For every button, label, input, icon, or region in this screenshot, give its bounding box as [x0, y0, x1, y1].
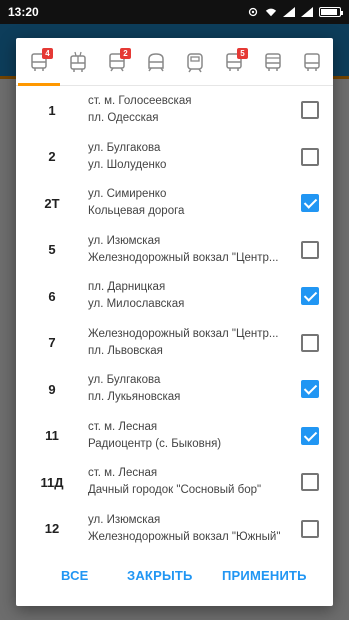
route-stops: ст. м. Лесная Радиоцентр (с. Быковня) [88, 419, 295, 453]
route-row[interactable]: 5 ул. Изюмская Железнодорожный вокзал "Це… [16, 227, 333, 274]
route-from: ст. м. Лесная [88, 467, 158, 480]
route-checkbox[interactable] [301, 240, 319, 259]
route-stops: ул. Изюмская Железнодорожный вокзал "Цент… [88, 233, 295, 267]
route-from: ул. Изюмская [88, 234, 161, 247]
status-bar: 13:20 [0, 0, 349, 24]
transport-type-tabs: 4 2 5 [16, 38, 333, 86]
route-stops: ул. Булгакова ул. Шолуденко [88, 140, 295, 174]
route-to: пл. Львовская [88, 344, 163, 357]
signal-icon-2 [301, 7, 313, 17]
location-icon [248, 7, 258, 17]
route-to: Железнодорожный вокзал "Центр... [88, 251, 279, 264]
tab-bus[interactable]: 4 [18, 47, 60, 86]
route-number: 11 [45, 428, 59, 444]
route-row[interactable]: 1 ст. м. Голосеевская пл. Одесская [16, 87, 333, 134]
dialog-actions: ВСЕ ЗАКРЫТЬ ПРИМЕНИТЬ [16, 544, 333, 606]
route-checkbox[interactable] [301, 333, 319, 352]
route-number: 5 [48, 242, 56, 258]
route-stops: пл. Дарницкая ул. Милославская [88, 279, 295, 313]
route-checkbox[interactable] [301, 287, 319, 306]
tab-intercity-bus[interactable] [297, 47, 327, 77]
tab-trolleybus[interactable] [63, 47, 93, 77]
minibus-icon [265, 52, 281, 71]
signal-icon [283, 7, 295, 17]
tab-tram[interactable]: 2 [102, 47, 132, 77]
route-stops: ст. м. Лесная Дачный городок "Сосновый бо… [88, 465, 295, 499]
tab-metro[interactable] [141, 47, 171, 77]
route-filter-dialog: 4 2 5 1 ст. м. Голосеевская пл. Одесская [16, 38, 333, 606]
tab-suburban-train[interactable] [180, 47, 210, 77]
route-checkbox[interactable] [301, 426, 319, 445]
route-row[interactable]: 11Д ст. м. Лесная Дачный городок "Сосновы… [16, 459, 333, 506]
route-stops: ул. Изюмская Железнодорожный вокзал "Южны… [88, 512, 295, 543]
route-to: Железнодорожный вокзал "Южный" [88, 530, 281, 543]
route-from: пл. Дарницкая [88, 281, 166, 294]
route-number: 11Д [40, 474, 64, 490]
status-time: 13:20 [8, 5, 39, 19]
tab-badge: 4 [42, 47, 53, 59]
route-number: 2 [48, 149, 56, 165]
route-to: пл. Лукьяновская [88, 391, 181, 404]
route-row[interactable]: 2Т ул. Симиренко Кольцевая дорога [16, 180, 333, 227]
route-to: Дачный городок "Сосновый бор" [88, 484, 262, 497]
route-to: Кольцевая дорога [88, 205, 185, 218]
route-from: ул. Изюмская [88, 513, 161, 526]
close-button[interactable]: ЗАКРЫТЬ [127, 568, 193, 583]
route-from: Железнодорожный вокзал "Центр... [88, 327, 279, 340]
route-from: ст. м. Лесная [88, 420, 158, 433]
metro-icon [148, 52, 164, 71]
tab-badge: 2 [120, 47, 131, 59]
tab-badge: 5 [237, 47, 248, 59]
route-stops: Железнодорожный вокзал "Центр... пл. Льво… [88, 326, 295, 360]
route-from: ул. Булгакова [88, 141, 161, 154]
route-checkbox[interactable] [301, 519, 319, 538]
route-checkbox[interactable] [301, 380, 319, 399]
route-checkbox[interactable] [301, 147, 319, 166]
route-row[interactable]: 12 ул. Изюмская Железнодорожный вокзал "Ю… [16, 506, 333, 544]
suburban-train-icon [187, 52, 203, 72]
route-number: 12 [44, 521, 60, 537]
route-number: 1 [48, 102, 56, 118]
route-from: ул. Симиренко [88, 188, 167, 201]
route-row[interactable]: 7 Железнодорожный вокзал "Центр... пл. Ль… [16, 320, 333, 367]
route-stops: ул. Симиренко Кольцевая дорога [88, 186, 295, 220]
route-number: 7 [48, 335, 56, 351]
route-from: ул. Булгакова [88, 374, 161, 387]
intercity-bus-icon [304, 52, 320, 71]
route-checkbox[interactable] [301, 101, 319, 120]
route-to: ул. Шолуденко [88, 158, 167, 171]
route-row[interactable]: 11 ст. м. Лесная Радиоцентр (с. Быковня) [16, 413, 333, 460]
route-to: пл. Одесская [88, 112, 159, 125]
route-row[interactable]: 9 ул. Булгакова пл. Лукьяновская [16, 366, 333, 413]
wifi-icon [265, 8, 277, 17]
tab-minibus[interactable] [258, 47, 288, 77]
route-stops: ул. Булгакова пл. Лукьяновская [88, 372, 295, 406]
route-number: 2Т [44, 195, 60, 211]
route-stops: ст. м. Голосеевская пл. Одесская [88, 93, 295, 127]
tab-funicular[interactable]: 5 [219, 47, 249, 77]
route-number: 6 [48, 288, 56, 304]
apply-button[interactable]: ПРИМЕНИТЬ [222, 568, 307, 583]
select-all-button[interactable]: ВСЕ [61, 568, 89, 583]
trolleybus-icon [70, 51, 86, 72]
route-list[interactable]: 1 ст. м. Голосеевская пл. Одесская 2 ул. … [16, 87, 333, 543]
battery-icon [319, 7, 343, 17]
route-row[interactable]: 2 ул. Булгакова ул. Шолуденко [16, 134, 333, 181]
route-to: Радиоцентр (с. Быковня) [88, 437, 222, 450]
route-number: 9 [48, 381, 56, 397]
route-row[interactable]: 6 пл. Дарницкая ул. Милославская [16, 273, 333, 320]
route-checkbox[interactable] [301, 473, 319, 492]
route-to: ул. Милославская [88, 298, 185, 311]
route-checkbox[interactable] [301, 194, 319, 213]
route-from: ст. м. Голосеевская [88, 95, 192, 108]
